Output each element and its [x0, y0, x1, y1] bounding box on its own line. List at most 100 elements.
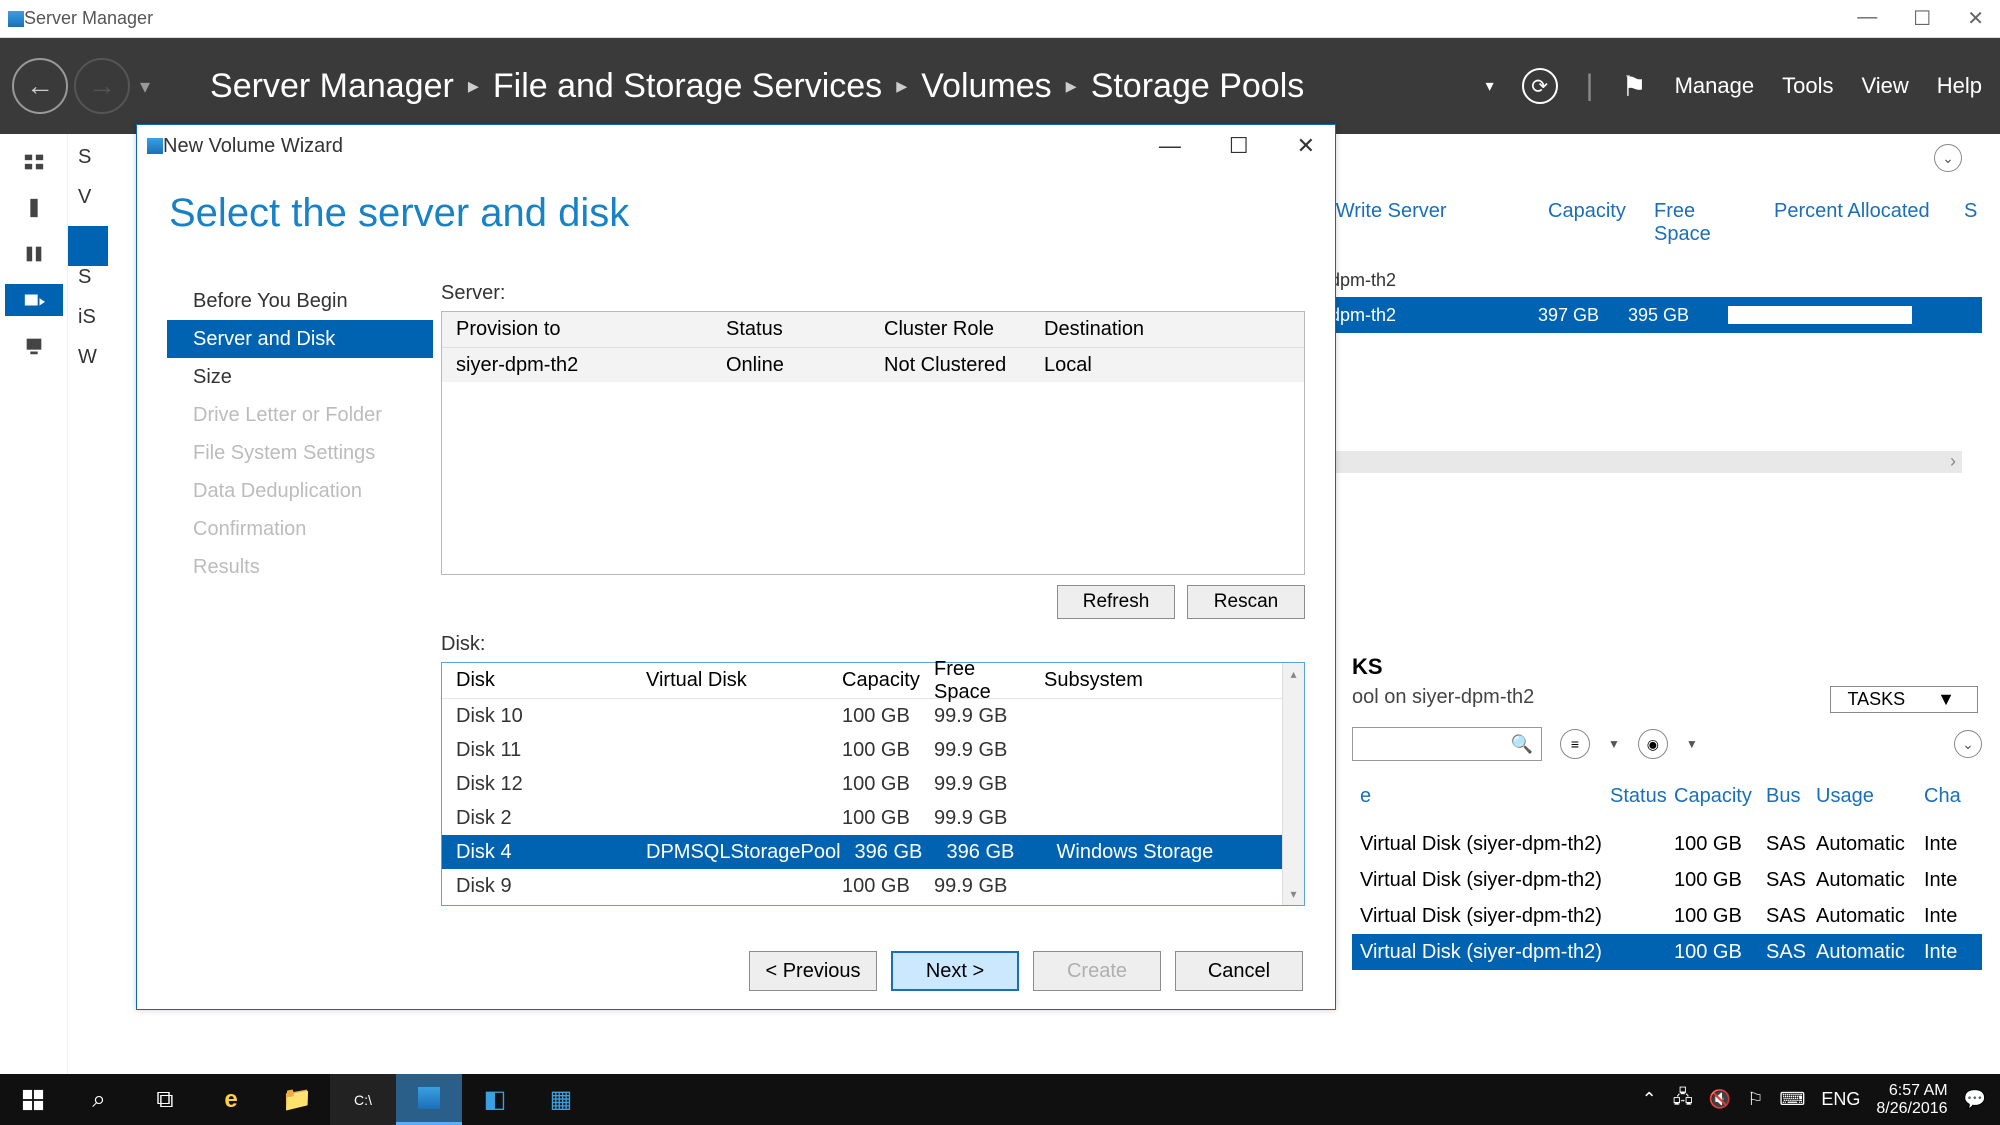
refresh-icon[interactable]: ⟳ — [1522, 68, 1558, 104]
crumb-1[interactable]: File and Storage Services — [493, 67, 882, 106]
rail-hyperv[interactable] — [5, 330, 63, 362]
app-icon[interactable]: ◧ — [462, 1074, 528, 1125]
col-status[interactable]: Status — [1610, 785, 1674, 808]
next-button[interactable]: Next > — [891, 951, 1019, 991]
col-bus[interactable]: Bus — [1766, 785, 1816, 808]
crumb-0[interactable]: Server Manager — [210, 67, 454, 106]
disk-row[interactable]: Disk 2100 GB99.9 GB — [442, 801, 1282, 835]
cancel-button[interactable]: Cancel — [1175, 951, 1303, 991]
col-sub[interactable]: Subsystem — [1030, 669, 1282, 692]
filter-icon[interactable]: ≡ — [1560, 729, 1590, 759]
col-status[interactable]: Status — [712, 318, 870, 341]
task-view-icon[interactable]: ⧉ — [132, 1074, 198, 1125]
horizontal-scrollbar[interactable]: › — [1308, 451, 1962, 473]
col-provision[interactable]: Provision to — [442, 318, 712, 341]
expand-icon[interactable]: ⌄ — [1954, 730, 1982, 758]
dialog-close-icon[interactable]: ✕ — [1297, 133, 1315, 159]
col-vdisk[interactable]: Virtual Disk — [632, 669, 828, 692]
col-disk[interactable]: Disk — [442, 669, 632, 692]
tray-volume-icon[interactable]: 🔇 — [1709, 1089, 1731, 1110]
crumb-3[interactable]: Storage Pools — [1091, 67, 1305, 106]
server-grid[interactable]: Provision to Status Cluster Role Destina… — [441, 311, 1305, 575]
nav-back-button[interactable]: ← — [12, 58, 68, 114]
tray-notifications-icon[interactable]: 💬 — [1964, 1089, 1986, 1110]
col-rw[interactable]: d-Write Server — [1318, 200, 1528, 246]
disk-row[interactable]: Disk 11100 GB99.9 GB — [442, 733, 1282, 767]
nav-history-dropdown[interactable]: ▾ — [140, 74, 150, 99]
ie-icon[interactable]: e — [198, 1074, 264, 1125]
subnav-item[interactable]: W — [68, 346, 108, 386]
nav-forward-button[interactable]: → — [74, 58, 130, 114]
explorer-icon[interactable]: 📁 — [264, 1074, 330, 1125]
col-free[interactable]: Free Space — [1654, 200, 1754, 246]
caret-icon: ▸ — [1066, 73, 1077, 99]
phys-disk-row[interactable]: Virtual Disk (siyer-dpm-th2)100 GBSASAut… — [1352, 826, 1982, 862]
col-dest[interactable]: Destination — [1030, 318, 1304, 341]
vertical-scrollbar[interactable]: ▴▾ — [1282, 663, 1304, 905]
app2-icon[interactable]: ▦ — [528, 1074, 594, 1125]
minimize-icon[interactable]: — — [1857, 6, 1877, 31]
rail-all[interactable] — [5, 238, 63, 270]
disk-row[interactable]: Disk 12100 GB99.9 GB — [442, 767, 1282, 801]
collapse-icon[interactable]: ⌄ — [1934, 144, 1962, 172]
col-percent[interactable]: Percent Allocated — [1774, 200, 1944, 246]
tray-up-icon[interactable]: ⌃ — [1642, 1089, 1657, 1110]
search-input[interactable]: 🔍 — [1352, 727, 1542, 761]
tasks-dropdown[interactable]: TASKS▼ — [1830, 686, 1978, 713]
col-cha[interactable]: Cha — [1924, 785, 1961, 808]
rail-dashboard[interactable] — [5, 146, 63, 178]
save-view-icon[interactable]: ◉ — [1638, 729, 1668, 759]
subnav-item[interactable]: V — [68, 186, 108, 226]
menu-help[interactable]: Help — [1937, 73, 1982, 99]
rail-file-storage[interactable] — [5, 284, 63, 316]
phys-disk-row[interactable]: Virtual Disk (siyer-dpm-th2)100 GBSASAut… — [1352, 862, 1982, 898]
subnav-item[interactable]: S — [68, 146, 108, 186]
menu-manage[interactable]: Manage — [1675, 73, 1755, 99]
subnav-item[interactable]: iS — [68, 306, 108, 346]
server-manager-taskbtn[interactable] — [396, 1074, 462, 1125]
refresh-button[interactable]: Refresh — [1057, 585, 1175, 619]
subnav-item[interactable]: S — [68, 266, 108, 306]
cmd-icon[interactable]: C:\ — [330, 1074, 396, 1125]
col-cap[interactable]: Capacity — [828, 669, 920, 692]
dropdown-icon[interactable]: ▾ — [1486, 76, 1494, 96]
subnav-item-selected[interactable] — [68, 226, 108, 266]
menu-tools[interactable]: Tools — [1782, 73, 1833, 99]
wizard-step[interactable]: Size — [175, 358, 433, 396]
col-s[interactable]: S — [1964, 200, 1977, 246]
tray-network-icon[interactable]: 🖧 — [1673, 1085, 1693, 1115]
tray-lang[interactable]: ENG — [1821, 1089, 1860, 1110]
pool-group[interactable]: r-dpm-th2 — [1308, 270, 1982, 291]
previous-button[interactable]: < Previous — [749, 951, 877, 991]
col-usage[interactable]: Usage — [1816, 785, 1924, 808]
disk-grid[interactable]: Disk Virtual Disk Capacity Free Space Su… — [441, 662, 1305, 906]
disk-row[interactable]: Disk 10100 GB99.9 GB — [442, 699, 1282, 733]
col-cluster[interactable]: Cluster Role — [870, 318, 1030, 341]
tray-security-icon[interactable]: ⚐ — [1747, 1089, 1763, 1110]
start-button[interactable] — [0, 1074, 66, 1125]
dialog-minimize-icon[interactable]: — — [1159, 133, 1181, 159]
disk-row[interactable]: Disk 4DPMSQLStoragePool396 GB396 GBWindo… — [442, 835, 1282, 869]
server-row[interactable]: siyer-dpm-th2 Online Not Clustered Local — [442, 348, 1304, 382]
crumb-2[interactable]: Volumes — [921, 67, 1051, 106]
col-capacity[interactable]: Capacity — [1548, 200, 1634, 246]
maximize-icon[interactable]: ☐ — [1913, 6, 1931, 31]
close-icon[interactable]: ✕ — [1967, 6, 1984, 31]
rescan-button[interactable]: Rescan — [1187, 585, 1305, 619]
tray-clock[interactable]: 6:57 AM 8/26/2016 — [1876, 1082, 1947, 1118]
wizard-step[interactable]: Server and Disk — [167, 320, 433, 358]
col-name[interactable]: e — [1352, 785, 1610, 808]
disk-row[interactable]: Disk 9100 GB99.9 GB — [442, 869, 1282, 903]
col-free[interactable]: Free Space — [920, 658, 1030, 704]
pool-row-selected[interactable]: r-dpm-th2 397 GB 395 GB — [1308, 297, 1982, 333]
col-capacity[interactable]: Capacity — [1674, 785, 1766, 808]
dialog-maximize-icon[interactable]: ☐ — [1229, 133, 1249, 159]
menu-view[interactable]: View — [1861, 73, 1908, 99]
phys-disk-row[interactable]: Virtual Disk (siyer-dpm-th2)100 GBSASAut… — [1352, 898, 1982, 934]
phys-disk-row[interactable]: Virtual Disk (siyer-dpm-th2)100 GBSASAut… — [1352, 934, 1982, 970]
wizard-step[interactable]: Before You Begin — [175, 282, 433, 320]
notifications-flag-icon[interactable]: ⚑ — [1621, 70, 1646, 103]
search-icon[interactable]: ⌕ — [66, 1074, 132, 1125]
rail-local[interactable] — [5, 192, 63, 224]
tray-keyboard-icon[interactable]: ⌨ — [1779, 1089, 1805, 1110]
